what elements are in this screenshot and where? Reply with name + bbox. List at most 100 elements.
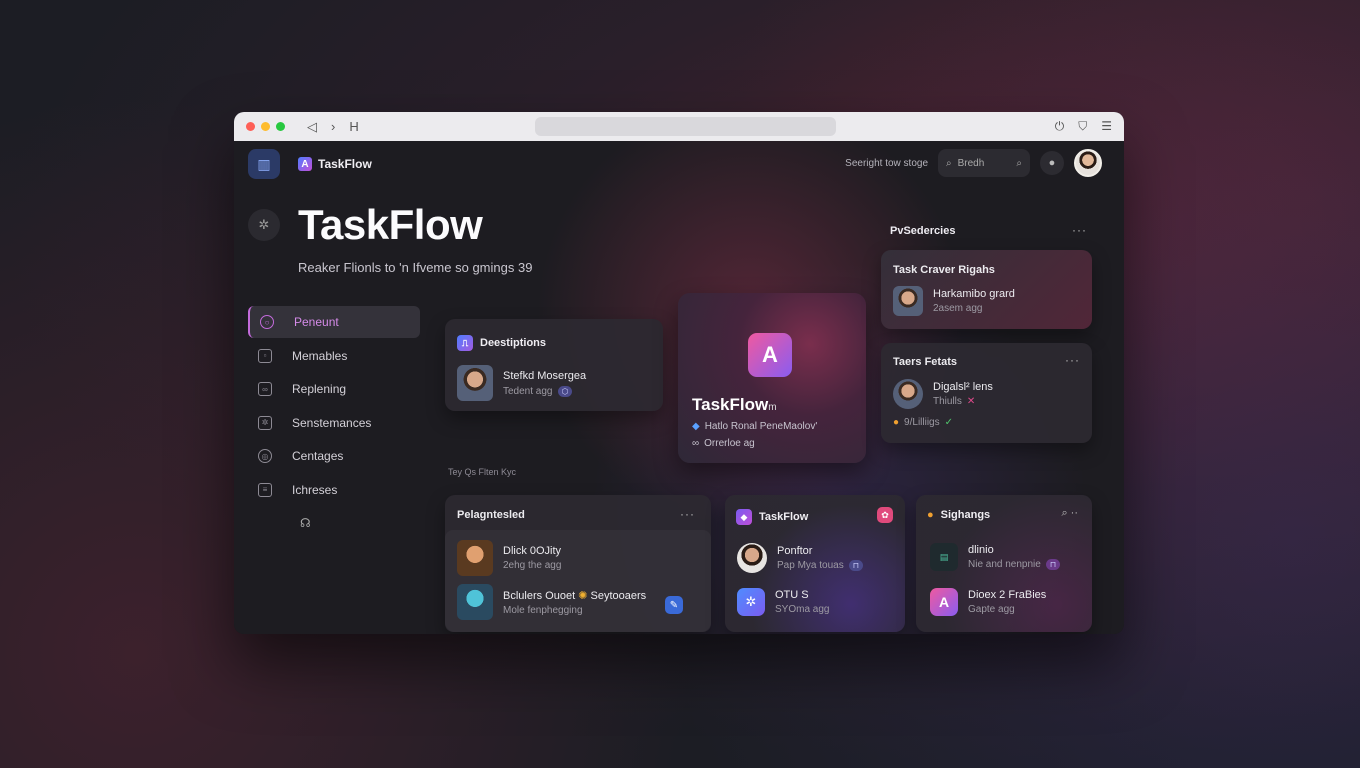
item-title: Dioex 2 FraBies bbox=[968, 589, 1047, 601]
brand-name: TaskFlow bbox=[318, 157, 372, 171]
list-item[interactable]: Harkamibo grard 2asem agg bbox=[893, 286, 1015, 316]
top-hint-text: Seeright tow stoge bbox=[845, 157, 928, 169]
feature-line-1-text: Hatlo Ronal PeneMaolov' bbox=[704, 421, 818, 432]
sidebar-item-label: Centages bbox=[292, 449, 344, 463]
sidebar-item-peneunt[interactable]: ○ Peneunt bbox=[248, 306, 420, 338]
sidebar-item-senstemances[interactable]: ✲ Senstemances bbox=[248, 407, 420, 439]
sidebar-item-label: Senstemances bbox=[292, 415, 372, 430]
headset-icon: ☊ bbox=[300, 516, 311, 530]
app-icon: ◆ bbox=[692, 421, 700, 432]
image-icon: ▫ bbox=[258, 348, 272, 363]
sidebar-item-memables[interactable]: ▫ Memables bbox=[248, 340, 420, 372]
sidebar-item-extra[interactable]: ☊ bbox=[248, 507, 420, 539]
list-container: Dlick 0OJity 2ehg the agg Bclulers Ouoet… bbox=[445, 530, 711, 632]
list-item[interactable]: Stefkd Mosergea Tedent agg ⬡ bbox=[457, 365, 586, 401]
list-item[interactable]: ▤ dlinio Nie and nenpnie ⊓ bbox=[930, 543, 1061, 571]
search-submit-icon[interactable]: ⌕ bbox=[1016, 158, 1022, 169]
app-badge-icon: ⎍ bbox=[457, 335, 473, 351]
avatar bbox=[457, 365, 493, 401]
more-options-icon[interactable]: ··· bbox=[1065, 353, 1080, 367]
item-title: Dlick 0OJity bbox=[503, 545, 562, 557]
card-title: Sighangs bbox=[940, 509, 991, 521]
card-title: Pelagntesled bbox=[457, 509, 525, 521]
check-icon: ✓ bbox=[944, 417, 954, 428]
item-meta: Mole fenphegging bbox=[503, 604, 583, 616]
item-title: Harkamibo grard bbox=[933, 288, 1015, 300]
list-item[interactable]: ✲ OTU S SYOma agg bbox=[737, 588, 829, 616]
card-footer-text: 9/Lilliigs bbox=[904, 417, 940, 428]
avatar[interactable] bbox=[1074, 149, 1102, 177]
menu-icon[interactable]: ☰ bbox=[1101, 119, 1112, 134]
more-options-icon[interactable]: ··· bbox=[680, 507, 695, 521]
taskflow-logo-icon: ◆ bbox=[736, 509, 752, 525]
search-input[interactable]: Bredh bbox=[958, 158, 1011, 169]
filter-label[interactable]: Tey Qs Flten Kyc bbox=[448, 467, 516, 477]
terminal-icon: ▤ bbox=[930, 543, 958, 571]
item-meta: Pap Mya touas ⊓ bbox=[777, 560, 863, 571]
address-bar[interactable] bbox=[535, 117, 836, 136]
list-item[interactable]: Dlick 0OJity 2ehg the agg bbox=[457, 540, 561, 576]
bottom-middle-card[interactable]: ◆ TaskFlow ✿ Ponftor Pap Mya touas ⊓ ✲ O… bbox=[725, 495, 905, 632]
right-card-1[interactable]: Task Craver Rigahs Harkamibo grard 2asem… bbox=[881, 250, 1092, 329]
sidebar-item-centages[interactable]: ◎ Centages bbox=[248, 440, 420, 472]
app-home-button[interactable]: ▥ bbox=[248, 149, 280, 179]
item-meta: 2asem agg bbox=[933, 303, 983, 314]
card-title: TaskFlow bbox=[759, 511, 809, 523]
user-icon[interactable]: ● bbox=[1040, 151, 1064, 175]
taskflow-logo-icon: A bbox=[930, 588, 958, 616]
descriptions-card-header: ⎍ Deestiptions bbox=[457, 335, 546, 351]
descriptions-card[interactable]: ⎍ Deestiptions Stefkd Mosergea Tedent ag… bbox=[445, 319, 663, 411]
trash-icon: ▥ bbox=[257, 155, 271, 172]
item-meta: Tedent agg ⬡ bbox=[503, 385, 586, 397]
target-icon: ◎ bbox=[258, 449, 272, 463]
feature-line-2-text: Orrerloe ag bbox=[704, 438, 755, 449]
brand[interactable]: A TaskFlow bbox=[298, 157, 372, 171]
avatar bbox=[737, 543, 767, 573]
sidebar-item-ichreses[interactable]: ≡ Ichreses bbox=[248, 474, 420, 506]
close-icon[interactable]: ✕ bbox=[967, 396, 975, 407]
card-header: ◆ TaskFlow bbox=[736, 509, 808, 525]
list-item[interactable]: Bclulers Ouoet ✺ Seytooaers Mole fenpheg… bbox=[457, 584, 646, 620]
shield-icon[interactable]: ⛉ bbox=[1078, 119, 1087, 134]
list-item[interactable]: Digalsl² lens Thiulls ✕ bbox=[893, 379, 993, 409]
back-icon[interactable]: ◁ bbox=[307, 119, 317, 135]
extension-icon[interactable]: ⏻ bbox=[1055, 119, 1065, 134]
sidebar-item-replening[interactable]: ∞ Replening bbox=[248, 373, 420, 405]
sidebar-item-label: Replening bbox=[292, 382, 347, 396]
sun-icon: ✺ bbox=[578, 589, 588, 602]
bottom-left-card[interactable]: Pelagntesled ··· Dlick 0OJity 2ehg the a… bbox=[445, 495, 711, 632]
maximize-window-button[interactable] bbox=[276, 122, 285, 131]
close-window-button[interactable] bbox=[246, 122, 255, 131]
top-bar-right: Seeright tow stoge ⌕ Bredh ⌕ ● bbox=[845, 149, 1102, 177]
avatar bbox=[457, 584, 493, 620]
card-footer: ● 9/Lilliigs ✓ bbox=[893, 417, 953, 428]
minimize-window-button[interactable] bbox=[261, 122, 270, 131]
home-icon[interactable]: H bbox=[349, 119, 358, 135]
taskflow-logo-icon: A bbox=[748, 333, 792, 377]
more-options-icon[interactable]: ··· bbox=[1072, 223, 1087, 237]
list-item[interactable]: A Dioex 2 FraBies Gapte agg bbox=[930, 588, 1046, 616]
item-meta: 2ehg the agg bbox=[503, 560, 562, 571]
item-meta-text: Thiulls bbox=[933, 396, 962, 407]
clock-icon: ● bbox=[893, 417, 900, 428]
item-title: OTU S bbox=[775, 589, 809, 601]
avatar bbox=[893, 379, 923, 409]
feature-card[interactable]: A TaskFlowm ◆ Hatlo Ronal PeneMaolov' ∞ … bbox=[678, 293, 866, 463]
browser-nav: ◁ › H bbox=[307, 119, 359, 135]
grid-icon[interactable]: ✲ bbox=[248, 209, 280, 241]
item-meta: SYOma agg bbox=[775, 604, 830, 615]
avatar bbox=[893, 286, 923, 316]
search-icon[interactable]: ⌕ ·· bbox=[1061, 507, 1078, 520]
feature-name: TaskFlow bbox=[692, 395, 769, 414]
search-box[interactable]: ⌕ Bredh ⌕ bbox=[938, 149, 1030, 177]
bottom-right-card[interactable]: ● Sighangs ⌕ ·· ▤ dlinio Nie and nenpnie… bbox=[916, 495, 1092, 632]
forward-icon[interactable]: › bbox=[331, 119, 335, 135]
flower-icon[interactable]: ✿ bbox=[877, 507, 893, 523]
taskflow-logo-icon: A bbox=[298, 157, 312, 171]
edit-icon[interactable]: ✎ bbox=[665, 596, 683, 614]
list-item[interactable]: Ponftor Pap Mya touas ⊓ bbox=[737, 543, 863, 573]
feature-title: TaskFlowm bbox=[692, 395, 777, 415]
page-subtitle: Reaker Flionls to 'n Ifveme so gmings 39 bbox=[298, 260, 533, 275]
right-card-2[interactable]: Taers Fetats ··· Digalsl² lens Thiulls ✕… bbox=[881, 343, 1092, 443]
card-title: Taers Fetats bbox=[893, 356, 957, 368]
